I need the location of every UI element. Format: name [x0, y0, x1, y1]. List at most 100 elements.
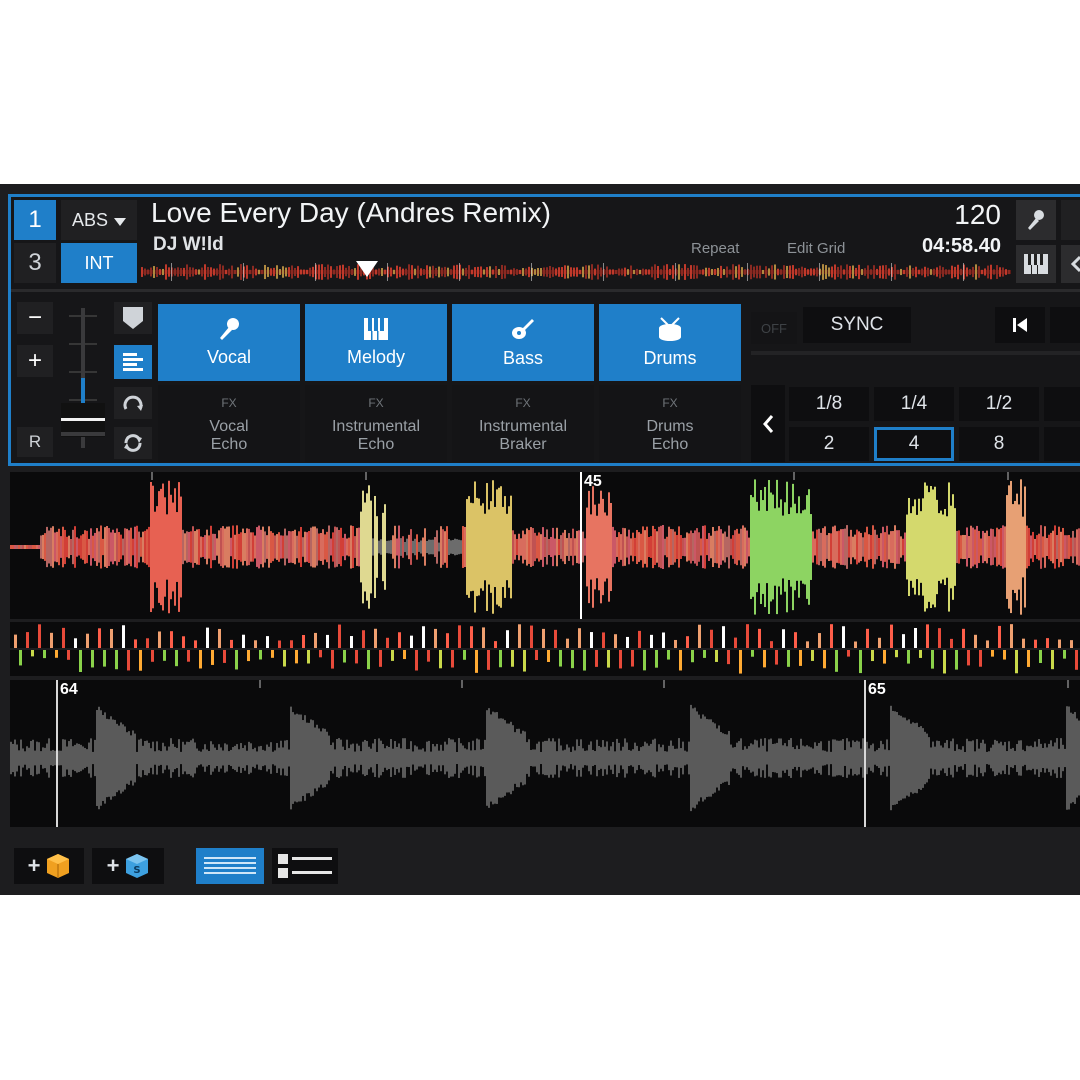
keyboard-button[interactable]: [1016, 245, 1056, 283]
loop-4-button[interactable]: 4: [874, 427, 954, 461]
int-button[interactable]: INT: [61, 243, 137, 283]
add-sample-button[interactable]: + S: [92, 848, 164, 884]
cue-marker-icon: [123, 307, 143, 329]
stem-bass-button[interactable]: Bass: [452, 304, 594, 381]
deck-3-label: 3: [28, 249, 42, 276]
stem-drums-label: Drums: [643, 348, 697, 368]
deck-1-button[interactable]: 1: [14, 200, 56, 240]
stem-bass-label: Bass: [502, 348, 544, 368]
pitch-plus-button[interactable]: +: [17, 345, 53, 377]
slip-arc-icon: [123, 395, 143, 411]
stem-overview-strip[interactable]: [10, 622, 1080, 676]
list-view-button[interactable]: [272, 848, 338, 884]
sync-button[interactable]: SYNC: [803, 307, 911, 343]
artist-name: DJ W!ld: [153, 234, 224, 255]
sync-divider: [751, 351, 1080, 355]
loop-arrows-icon: [124, 434, 142, 452]
guitar-icon: [512, 319, 534, 339]
secondary-waveform-graphic: [10, 680, 1080, 827]
deck-1-label: 1: [28, 206, 42, 233]
chevron-left-icon: [763, 414, 774, 433]
pitch-reset-button[interactable]: R: [17, 427, 53, 457]
jump-to-start-button[interactable]: [995, 307, 1045, 343]
fx-heading: FX: [515, 395, 531, 410]
orange-box-icon: [47, 854, 70, 878]
stems-lines-icon: [123, 353, 143, 371]
loop-prev-button[interactable]: [751, 385, 785, 462]
stem-melody-fx[interactable]: FX Instrumental Echo: [305, 385, 447, 462]
loop-1-2-button[interactable]: 1/2: [959, 387, 1039, 421]
main-waveform[interactable]: 45: [10, 472, 1080, 619]
beat-marker-label-left: 64: [60, 681, 78, 698]
loop-8-button[interactable]: 8: [959, 427, 1039, 461]
stem-bass-fx[interactable]: FX Instrumental Braker: [452, 385, 594, 462]
chevron-left-icon: [1070, 255, 1080, 273]
stem-melody-button[interactable]: Melody: [305, 304, 447, 381]
stem-vocal-fx[interactable]: FX Vocal Echo: [158, 385, 300, 462]
deck-panel: 1 3 ABS INT Love Every Day (Andres Remix…: [8, 194, 1080, 466]
main-waveform-graphic: [10, 472, 1080, 619]
chevron-down-icon: [114, 210, 127, 231]
fx-name: Instrumental Braker: [478, 417, 568, 453]
loop-1-button[interactable]: [1044, 387, 1080, 421]
list-icon: [278, 854, 332, 878]
stems-mode-button[interactable]: [114, 345, 152, 379]
repeat-button[interactable]: Repeat: [691, 240, 739, 257]
stem-drums-button[interactable]: Drums: [599, 304, 741, 381]
collapse-panel-button[interactable]: [1061, 245, 1080, 283]
edit-grid-button[interactable]: Edit Grid: [787, 240, 845, 257]
loop-label: 1/4: [900, 393, 928, 414]
microphone-icon: [1028, 210, 1044, 230]
deck-divider: [11, 289, 1080, 292]
loop-1-8-button[interactable]: 1/8: [789, 387, 869, 421]
track-overview-waveform[interactable]: [141, 259, 1011, 285]
transport-slot[interactable]: [1050, 307, 1080, 343]
cue-mode-button[interactable]: [114, 302, 152, 334]
svg-text:S: S: [134, 865, 141, 876]
drum-icon: [659, 317, 681, 341]
time-remaining: 04:58.40: [922, 235, 1001, 257]
slip-mode-button[interactable]: [114, 387, 152, 419]
pitch-minus-label: −: [27, 304, 42, 331]
microphone-icon: [220, 318, 239, 340]
stem-drums-fx[interactable]: FX Drums Echo: [599, 385, 741, 462]
int-label: INT: [84, 252, 114, 273]
deck-3-button[interactable]: 3: [14, 243, 56, 283]
abs-label: ABS: [71, 209, 109, 230]
sync-label: SYNC: [830, 314, 884, 335]
off-button[interactable]: OFF: [751, 312, 797, 344]
loop-label: 1/8: [815, 393, 843, 414]
secondary-waveform[interactable]: 64 65: [10, 680, 1080, 827]
abs-dropdown[interactable]: ABS: [61, 200, 137, 240]
stem-melody-label: Melody: [346, 347, 406, 367]
pitch-fader[interactable]: [57, 302, 109, 462]
fx-name: Instrumental Echo: [331, 417, 421, 453]
stem-vocal-button[interactable]: Vocal: [158, 304, 300, 381]
fx-name: Drums Echo: [646, 417, 694, 453]
piano-keys-icon: [364, 318, 388, 340]
pitch-minus-button[interactable]: −: [17, 302, 53, 334]
loop-label: 8: [993, 433, 1005, 454]
loop-2-button[interactable]: 2: [789, 427, 869, 461]
skip-back-icon: [1013, 318, 1027, 332]
fx-name: Vocal Echo: [209, 417, 249, 453]
waveform-view-button[interactable]: [196, 848, 264, 884]
pitch-fader-graphic: [61, 308, 105, 448]
beat-marker-label: 45: [584, 473, 602, 490]
loop-16-button[interactable]: [1044, 427, 1080, 461]
bpm-readout: 120: [954, 199, 1001, 230]
pitch-plus-label: +: [27, 347, 42, 374]
fx-heading: FX: [368, 395, 384, 410]
add-track-button[interactable]: +: [14, 848, 84, 884]
add-label: +: [27, 853, 41, 878]
microphone-button[interactable]: [1016, 200, 1056, 240]
keyboard-icon: [1024, 254, 1048, 274]
loop-label: 1/2: [985, 393, 1013, 414]
loop-1-4-button[interactable]: 1/4: [874, 387, 954, 421]
fx-heading: FX: [662, 395, 678, 410]
playhead-marker[interactable]: [356, 261, 379, 279]
loop-label: 4: [908, 433, 920, 454]
loop-mode-button[interactable]: [114, 427, 152, 459]
add-label: +: [106, 853, 120, 878]
dj-software-window: 1 3 ABS INT Love Every Day (Andres Remix…: [0, 184, 1080, 895]
